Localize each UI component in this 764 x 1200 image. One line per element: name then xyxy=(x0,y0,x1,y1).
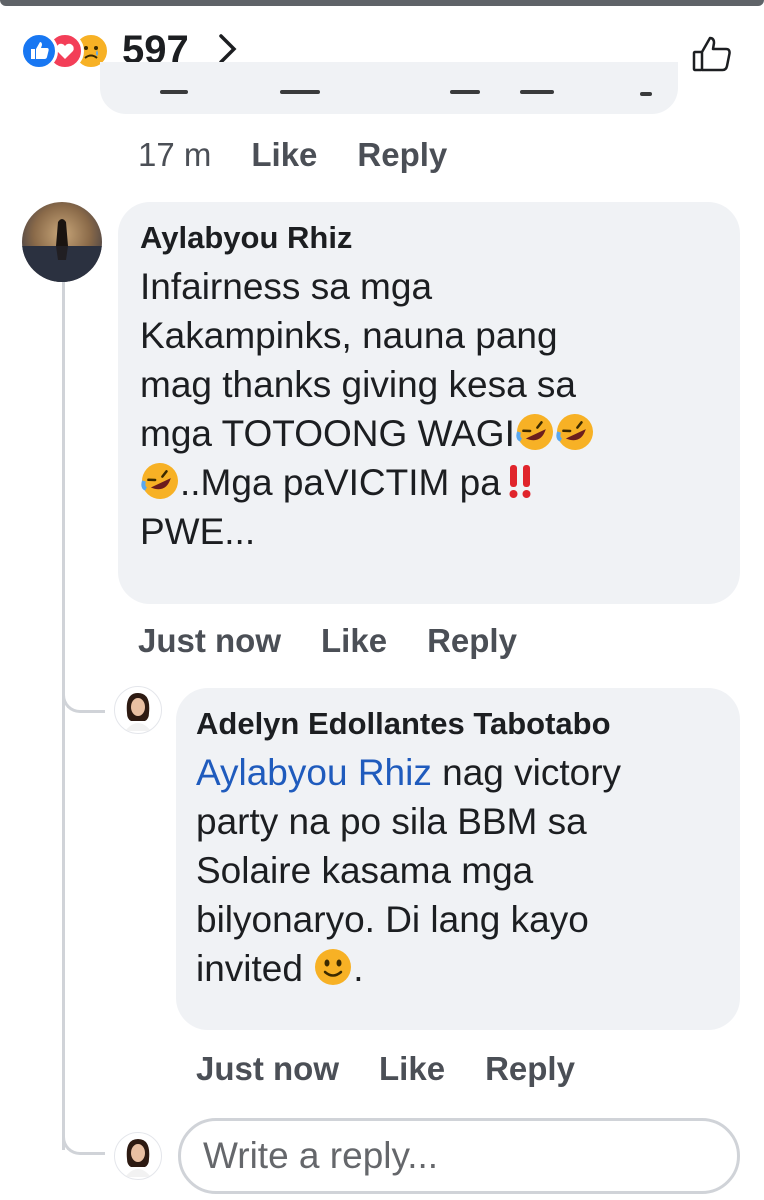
thumbs-up-outline-icon[interactable] xyxy=(690,32,734,76)
current-user-avatar xyxy=(114,1132,162,1180)
like-button[interactable]: Like xyxy=(251,136,317,174)
rolling-laughing-emoji-icon xyxy=(141,463,178,499)
comment-time: Just now xyxy=(196,1050,340,1087)
previous-comment-actions: 17 m Like Reply xyxy=(138,136,447,174)
like-reaction-icon xyxy=(20,32,58,70)
rolling-laughing-emoji-icon xyxy=(556,414,593,450)
comment-author[interactable]: Adelyn Edollantes Tabotabo xyxy=(196,706,720,742)
rolling-laughing-emoji-icon xyxy=(516,414,553,450)
comment-actions: Just now Like Reply xyxy=(196,1050,575,1088)
reply-box[interactable] xyxy=(178,1118,740,1194)
comment-time: 17 m xyxy=(138,136,212,173)
reply-button[interactable]: Reply xyxy=(485,1050,575,1088)
comment-text: Aylabyou Rhiz nag victory party na po si… xyxy=(196,752,622,989)
chevron-right-icon[interactable] xyxy=(214,32,242,66)
previous-comment-bubble xyxy=(100,62,678,114)
comment-bubble: Aylabyou Rhiz Infairness sa mga Kakampin… xyxy=(118,202,740,604)
thread-branch xyxy=(62,1120,105,1155)
comment-bubble: Adelyn Edollantes Tabotabo Aylabyou Rhiz… xyxy=(176,688,740,1030)
reply-button[interactable]: Reply xyxy=(427,622,517,660)
reply-input[interactable] xyxy=(181,1121,737,1191)
reply-button[interactable]: Reply xyxy=(357,136,447,174)
comment-author[interactable]: Aylabyou Rhiz xyxy=(140,220,718,256)
comment-text: Infairness sa mga Kakampinks, nauna pang… xyxy=(140,262,718,556)
avatar[interactable] xyxy=(114,686,162,734)
comment-actions: Just now Like Reply xyxy=(138,622,517,660)
mention-link[interactable]: Aylabyou Rhiz xyxy=(196,752,432,793)
avatar[interactable] xyxy=(22,202,102,282)
double-exclamation-icon xyxy=(509,465,531,498)
thread-line xyxy=(62,280,65,1150)
like-button[interactable]: Like xyxy=(379,1050,445,1088)
like-button[interactable]: Like xyxy=(321,622,387,660)
top-edge xyxy=(0,0,764,6)
slightly-smiling-emoji-icon xyxy=(315,949,352,985)
comment-time: Just now xyxy=(138,622,282,659)
thread-branch xyxy=(62,680,105,713)
